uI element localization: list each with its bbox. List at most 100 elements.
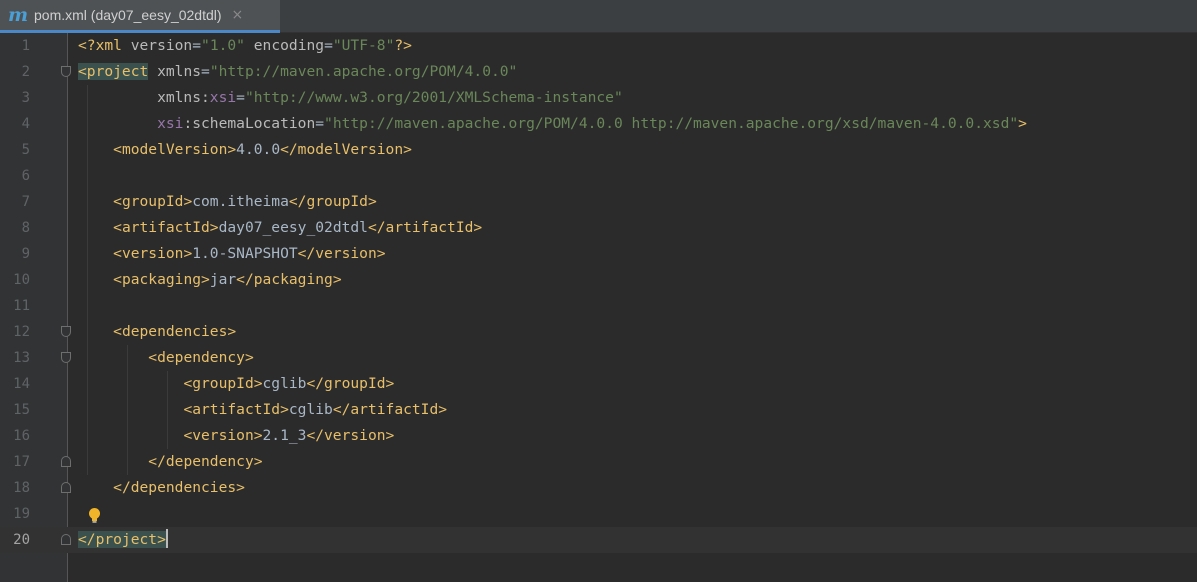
code-token-attr: xmlns bbox=[157, 63, 202, 80]
code-token-tag: <version> bbox=[183, 427, 263, 444]
line-number: 10 bbox=[13, 272, 30, 288]
code-line-14[interactable]: 14 <groupId>cglib</groupId> bbox=[0, 371, 1197, 397]
code-line-9[interactable]: 9 <version>1.0-SNAPSHOT</version> bbox=[0, 241, 1197, 267]
code-token-txt: = bbox=[315, 115, 325, 132]
code-token-tag: <project bbox=[78, 63, 149, 80]
code-token-str: "http://www.w3.org/2001/XMLSchema-instan… bbox=[244, 89, 623, 106]
code-line-12[interactable]: 12 <dependencies> bbox=[0, 319, 1197, 345]
code-token-tag: </artifactId> bbox=[332, 401, 448, 418]
code-text: <dependencies> bbox=[78, 319, 236, 345]
code-line-7[interactable]: 7 <groupId>com.itheima</groupId> bbox=[0, 189, 1197, 215]
lightbulb-icon[interactable] bbox=[87, 507, 102, 523]
fold-collapse-icon[interactable] bbox=[61, 326, 71, 337]
line-number: 12 bbox=[13, 324, 30, 340]
code-editor[interactable]: 1 <?xml version="1.0" encoding="UTF-8"?> 2… bbox=[0, 33, 1197, 582]
line-number: 2 bbox=[21, 64, 30, 80]
code-token-txt: cglib bbox=[288, 401, 333, 418]
code-line-1[interactable]: 1 <?xml version="1.0" encoding="UTF-8"?> bbox=[0, 33, 1197, 59]
code-token-tag: <artifactId> bbox=[183, 401, 289, 418]
line-number: 5 bbox=[21, 142, 30, 158]
line-number: 3 bbox=[21, 90, 30, 106]
code-text: <groupId>com.itheima</groupId> bbox=[78, 189, 377, 215]
fold-collapse-icon[interactable] bbox=[61, 66, 71, 77]
code-line-8[interactable]: 8 <artifactId>day07_eesy_02dtdl</artifac… bbox=[0, 215, 1197, 241]
code-line-13[interactable]: 13 <dependency> bbox=[0, 345, 1197, 371]
code-line-5[interactable]: 5 <modelVersion>4.0.0</modelVersion> bbox=[0, 137, 1197, 163]
code-token-tag: > bbox=[1018, 115, 1027, 132]
tab-title: pom.xml (day07_eesy_02dtdl) bbox=[34, 7, 222, 23]
text-caret bbox=[165, 529, 168, 548]
code-token-tag: </artifactId> bbox=[367, 219, 483, 236]
code-line-17[interactable]: 17 </dependency> bbox=[0, 449, 1197, 475]
code-line-20[interactable]: 20 </project> bbox=[0, 527, 1197, 553]
code-token-txt: cglib bbox=[262, 375, 307, 392]
code-token-str: "1.0" bbox=[201, 37, 245, 54]
code-token-str: "UTF-8" bbox=[332, 37, 395, 54]
line-number: 16 bbox=[13, 428, 30, 444]
code-line-16[interactable]: 16 <version>2.1_3</version> bbox=[0, 423, 1197, 449]
line-number: 8 bbox=[21, 220, 30, 236]
code-line-11[interactable]: 11 bbox=[0, 293, 1197, 319]
code-text: <project xmlns="http://maven.apache.org/… bbox=[78, 59, 517, 85]
fold-end-icon[interactable] bbox=[61, 482, 71, 493]
code-text: <packaging>jar</packaging> bbox=[78, 267, 341, 293]
code-line-15[interactable]: 15 <artifactId>cglib</artifactId> bbox=[0, 397, 1197, 423]
line-number: 9 bbox=[21, 246, 30, 262]
code-line-6[interactable]: 6 bbox=[0, 163, 1197, 189]
code-line-19[interactable]: 19 bbox=[0, 501, 1197, 527]
code-token-txt: = bbox=[324, 37, 333, 54]
code-text: <artifactId>cglib</artifactId> bbox=[78, 397, 447, 423]
code-token-txt: = bbox=[192, 37, 202, 54]
line-number: 7 bbox=[21, 194, 30, 210]
code-text: <version>2.1_3</version> bbox=[78, 423, 394, 449]
line-number: 20 bbox=[13, 532, 30, 548]
close-icon[interactable]: × bbox=[232, 7, 244, 23]
code-token-tag: <modelVersion> bbox=[113, 141, 237, 158]
code-text: </dependencies> bbox=[78, 475, 245, 501]
code-text: </dependency> bbox=[78, 449, 263, 475]
line-number: 1 bbox=[21, 38, 30, 54]
code-token-tag: </groupId> bbox=[288, 193, 377, 210]
code-token-tag: <dependency> bbox=[148, 349, 254, 366]
code-line-2[interactable]: 2 <project xmlns="http://maven.apache.org… bbox=[0, 59, 1197, 85]
code-line-3[interactable]: 3 xmlns:xsi="http://www.w3.org/2001/XMLS… bbox=[0, 85, 1197, 111]
code-text: <modelVersion>4.0.0</modelVersion> bbox=[78, 137, 412, 163]
code-text: <version>1.0-SNAPSHOT</version> bbox=[78, 241, 386, 267]
editor-tab-bar: m pom.xml (day07_eesy_02dtdl) × bbox=[0, 0, 1197, 33]
code-token-tag: </version> bbox=[306, 427, 395, 444]
code-token-txt: jar bbox=[209, 271, 237, 288]
code-token-tag: ?> bbox=[394, 37, 412, 54]
code-line-18[interactable]: 18 </dependencies> bbox=[0, 475, 1197, 501]
code-token-tag: <packaging> bbox=[113, 271, 210, 288]
code-line-4[interactable]: 4 xsi:schemaLocation="http://maven.apach… bbox=[0, 111, 1197, 137]
fold-collapse-icon[interactable] bbox=[61, 352, 71, 363]
code-token-txt: com.itheima bbox=[192, 193, 289, 210]
code-token-txt: day07_eesy_02dtdl bbox=[218, 219, 368, 236]
code-token-attr: encoding bbox=[253, 37, 325, 54]
line-number: 15 bbox=[13, 402, 30, 418]
code-line-10[interactable]: 10 <packaging>jar</packaging> bbox=[0, 267, 1197, 293]
code-token-tag: <dependencies> bbox=[113, 323, 237, 340]
tab-pom-xml[interactable]: m pom.xml (day07_eesy_02dtdl) × bbox=[0, 0, 280, 33]
code-token-txt: 2.1_3 bbox=[262, 427, 307, 444]
line-number: 18 bbox=[13, 480, 30, 496]
code-token-txt: 1.0-SNAPSHOT bbox=[192, 245, 298, 262]
code-token-tag: </version> bbox=[297, 245, 386, 262]
code-token-txt: 4.0.0 bbox=[236, 141, 281, 158]
code-token-tag: <groupId> bbox=[113, 193, 193, 210]
line-number: 14 bbox=[13, 376, 30, 392]
fold-end-icon[interactable] bbox=[61, 456, 71, 467]
code-token-tag: </dependency> bbox=[148, 453, 263, 470]
line-number: 19 bbox=[13, 506, 30, 522]
line-number: 4 bbox=[21, 116, 30, 132]
fold-end-icon[interactable] bbox=[61, 534, 71, 545]
